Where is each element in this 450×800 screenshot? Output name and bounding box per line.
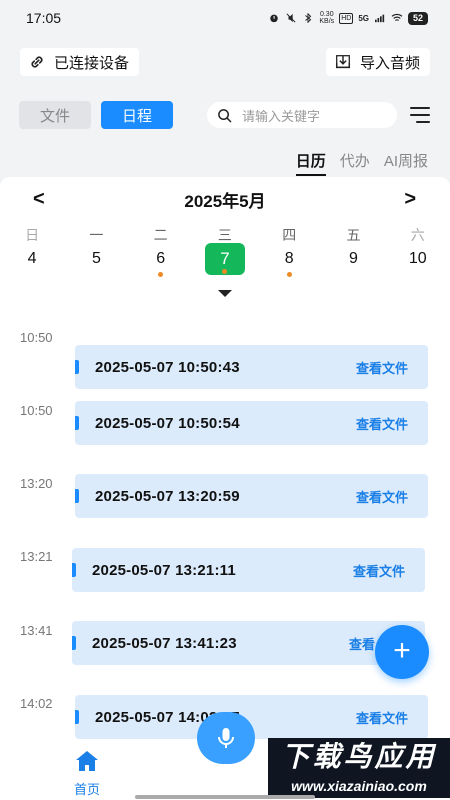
link-icon — [31, 56, 43, 68]
weekday-label: 六 — [410, 227, 425, 243]
search-input[interactable]: 请输入关键字 — [207, 102, 397, 128]
add-button[interactable]: + — [375, 625, 429, 679]
record-timestamp: 2025-05-07 13:20:59 — [95, 487, 240, 505]
alarm-icon — [270, 14, 279, 23]
record-timestamp: 2025-05-07 13:21:11 — [92, 561, 236, 579]
mute-icon — [286, 13, 296, 23]
home-indicator — [135, 795, 315, 799]
status-bar: 17:05 0.30 KB/s HD 5G 52 — [0, 0, 450, 36]
tab-schedule[interactable]: 日程 — [101, 101, 173, 129]
import-icon — [335, 55, 351, 69]
day-number: 5 — [91, 250, 101, 267]
day-row: 4 5 6 7 8 9 10 — [0, 243, 450, 277]
view-file-link[interactable]: 查看文件 — [356, 358, 408, 377]
record-time: 13:20 — [20, 476, 53, 491]
weekday-row: 日 一 二 三 四 五 六 — [0, 225, 450, 245]
record-time: 10:50 — [20, 403, 53, 418]
record-card[interactable]: 2025-05-07 10:50:43 查看文件 — [75, 345, 428, 389]
record-card[interactable]: 2025-05-07 10:50:54 查看文件 — [75, 401, 428, 445]
expand-calendar-icon[interactable] — [218, 290, 232, 297]
system-icons: 0.30 KB/s HD 5G 52 — [268, 11, 428, 25]
day-number: 10 — [408, 250, 427, 267]
record-time: 14:02 — [20, 696, 53, 711]
signal-bars-icon — [374, 14, 385, 23]
record-time: 13:21 — [20, 549, 53, 564]
day-cell[interactable]: 4 — [0, 243, 64, 275]
watermark-logo: 下载鸟应用 www.xiazainiao.com — [268, 738, 450, 800]
search-placeholder: 请输入关键字 — [242, 108, 321, 124]
view-file-link[interactable]: 查看文件 — [356, 414, 408, 433]
status-time: 17:05 — [26, 10, 62, 26]
tab-calendar[interactable]: 日历 — [295, 150, 326, 176]
nav-home[interactable]: 首页 — [70, 750, 104, 798]
nav-home-label: 首页 — [73, 782, 100, 797]
watermark-title: 下载鸟应用 — [268, 738, 450, 776]
net-speed: 0.30 KB/s — [319, 11, 335, 25]
day-cell[interactable]: 8 — [257, 243, 321, 277]
record-timestamp: 2025-05-07 10:50:54 — [95, 414, 240, 432]
hd-badge: HD — [339, 12, 354, 24]
connected-device-button[interactable]: 已连接设备 — [20, 48, 140, 76]
bluetooth-icon — [305, 13, 312, 23]
record-time: 10:50 — [20, 330, 53, 345]
top-bar: 已连接设备 导入音频 — [20, 48, 430, 76]
search-icon — [218, 108, 232, 122]
view-file-link[interactable]: 查看 — [349, 634, 375, 653]
wifi-icon — [391, 13, 403, 21]
day-cell[interactable]: 6 — [129, 243, 193, 277]
day-number: 9 — [349, 250, 358, 267]
record-card[interactable]: 2025-05-07 13:20:59 查看文件 — [75, 474, 428, 518]
weekday-label: 一 — [89, 227, 104, 243]
battery-indicator: 52 — [407, 11, 428, 25]
event-dot — [286, 272, 292, 277]
record-card[interactable]: 2025-05-07 13:21:11 查看文件 — [72, 548, 425, 592]
segment-search-row: 文件 日程 请输入关键字 — [19, 100, 430, 130]
weekday-label: 五 — [346, 227, 361, 243]
view-tabs: 日历 代办 AI周报 — [295, 150, 428, 176]
prev-month-button[interactable]: < — [33, 187, 45, 211]
tab-file[interactable]: 文件 — [19, 101, 91, 129]
view-file-link[interactable]: 查看文件 — [356, 708, 408, 727]
microphone-icon — [218, 728, 234, 748]
day-cell[interactable]: 10 — [386, 243, 450, 275]
record-timestamp: 2025-05-07 13:41:23 — [92, 634, 237, 652]
weekday-label: 二 — [153, 227, 168, 243]
weekday-label: 四 — [282, 227, 297, 243]
tab-todo[interactable]: 代办 — [340, 150, 370, 176]
calendar-title: 2025年5月 — [184, 191, 266, 211]
day-number: 8 — [284, 250, 294, 267]
record-card[interactable]: 2025-05-07 13:41:23 查看 — [72, 621, 425, 665]
home-icon — [76, 751, 98, 771]
day-number: 4 — [27, 250, 37, 267]
weekday-label: 三 — [217, 227, 232, 243]
calendar-card: < 2025年5月 > 日 一 二 三 四 五 六 4 5 6 7 8 9 10 — [0, 177, 450, 312]
signal-label: 5G — [358, 13, 369, 23]
connected-device-label: 已连接设备 — [54, 54, 130, 72]
view-file-link[interactable]: 查看文件 — [353, 561, 405, 580]
day-number: 6 — [156, 250, 166, 267]
voice-record-button[interactable] — [197, 712, 255, 764]
record-timestamp: 2025-05-07 10:50:43 — [95, 358, 240, 376]
next-month-button[interactable]: > — [404, 187, 416, 211]
day-cell[interactable]: 9 — [321, 243, 385, 275]
calendar-header: < 2025年5月 > — [0, 187, 450, 211]
weekday-label: 日 — [25, 227, 40, 243]
import-audio-label: 导入音频 — [359, 54, 420, 72]
tab-ai-weekly[interactable]: AI周报 — [384, 150, 428, 176]
menu-icon[interactable] — [410, 107, 430, 123]
event-dot — [158, 272, 164, 277]
day-cell[interactable]: 5 — [64, 243, 128, 275]
import-audio-button[interactable]: 导入音频 — [325, 48, 430, 76]
record-time: 13:41 — [20, 623, 53, 638]
day-cell-selected[interactable]: 7 — [193, 243, 257, 275]
view-file-link[interactable]: 查看文件 — [356, 487, 408, 506]
